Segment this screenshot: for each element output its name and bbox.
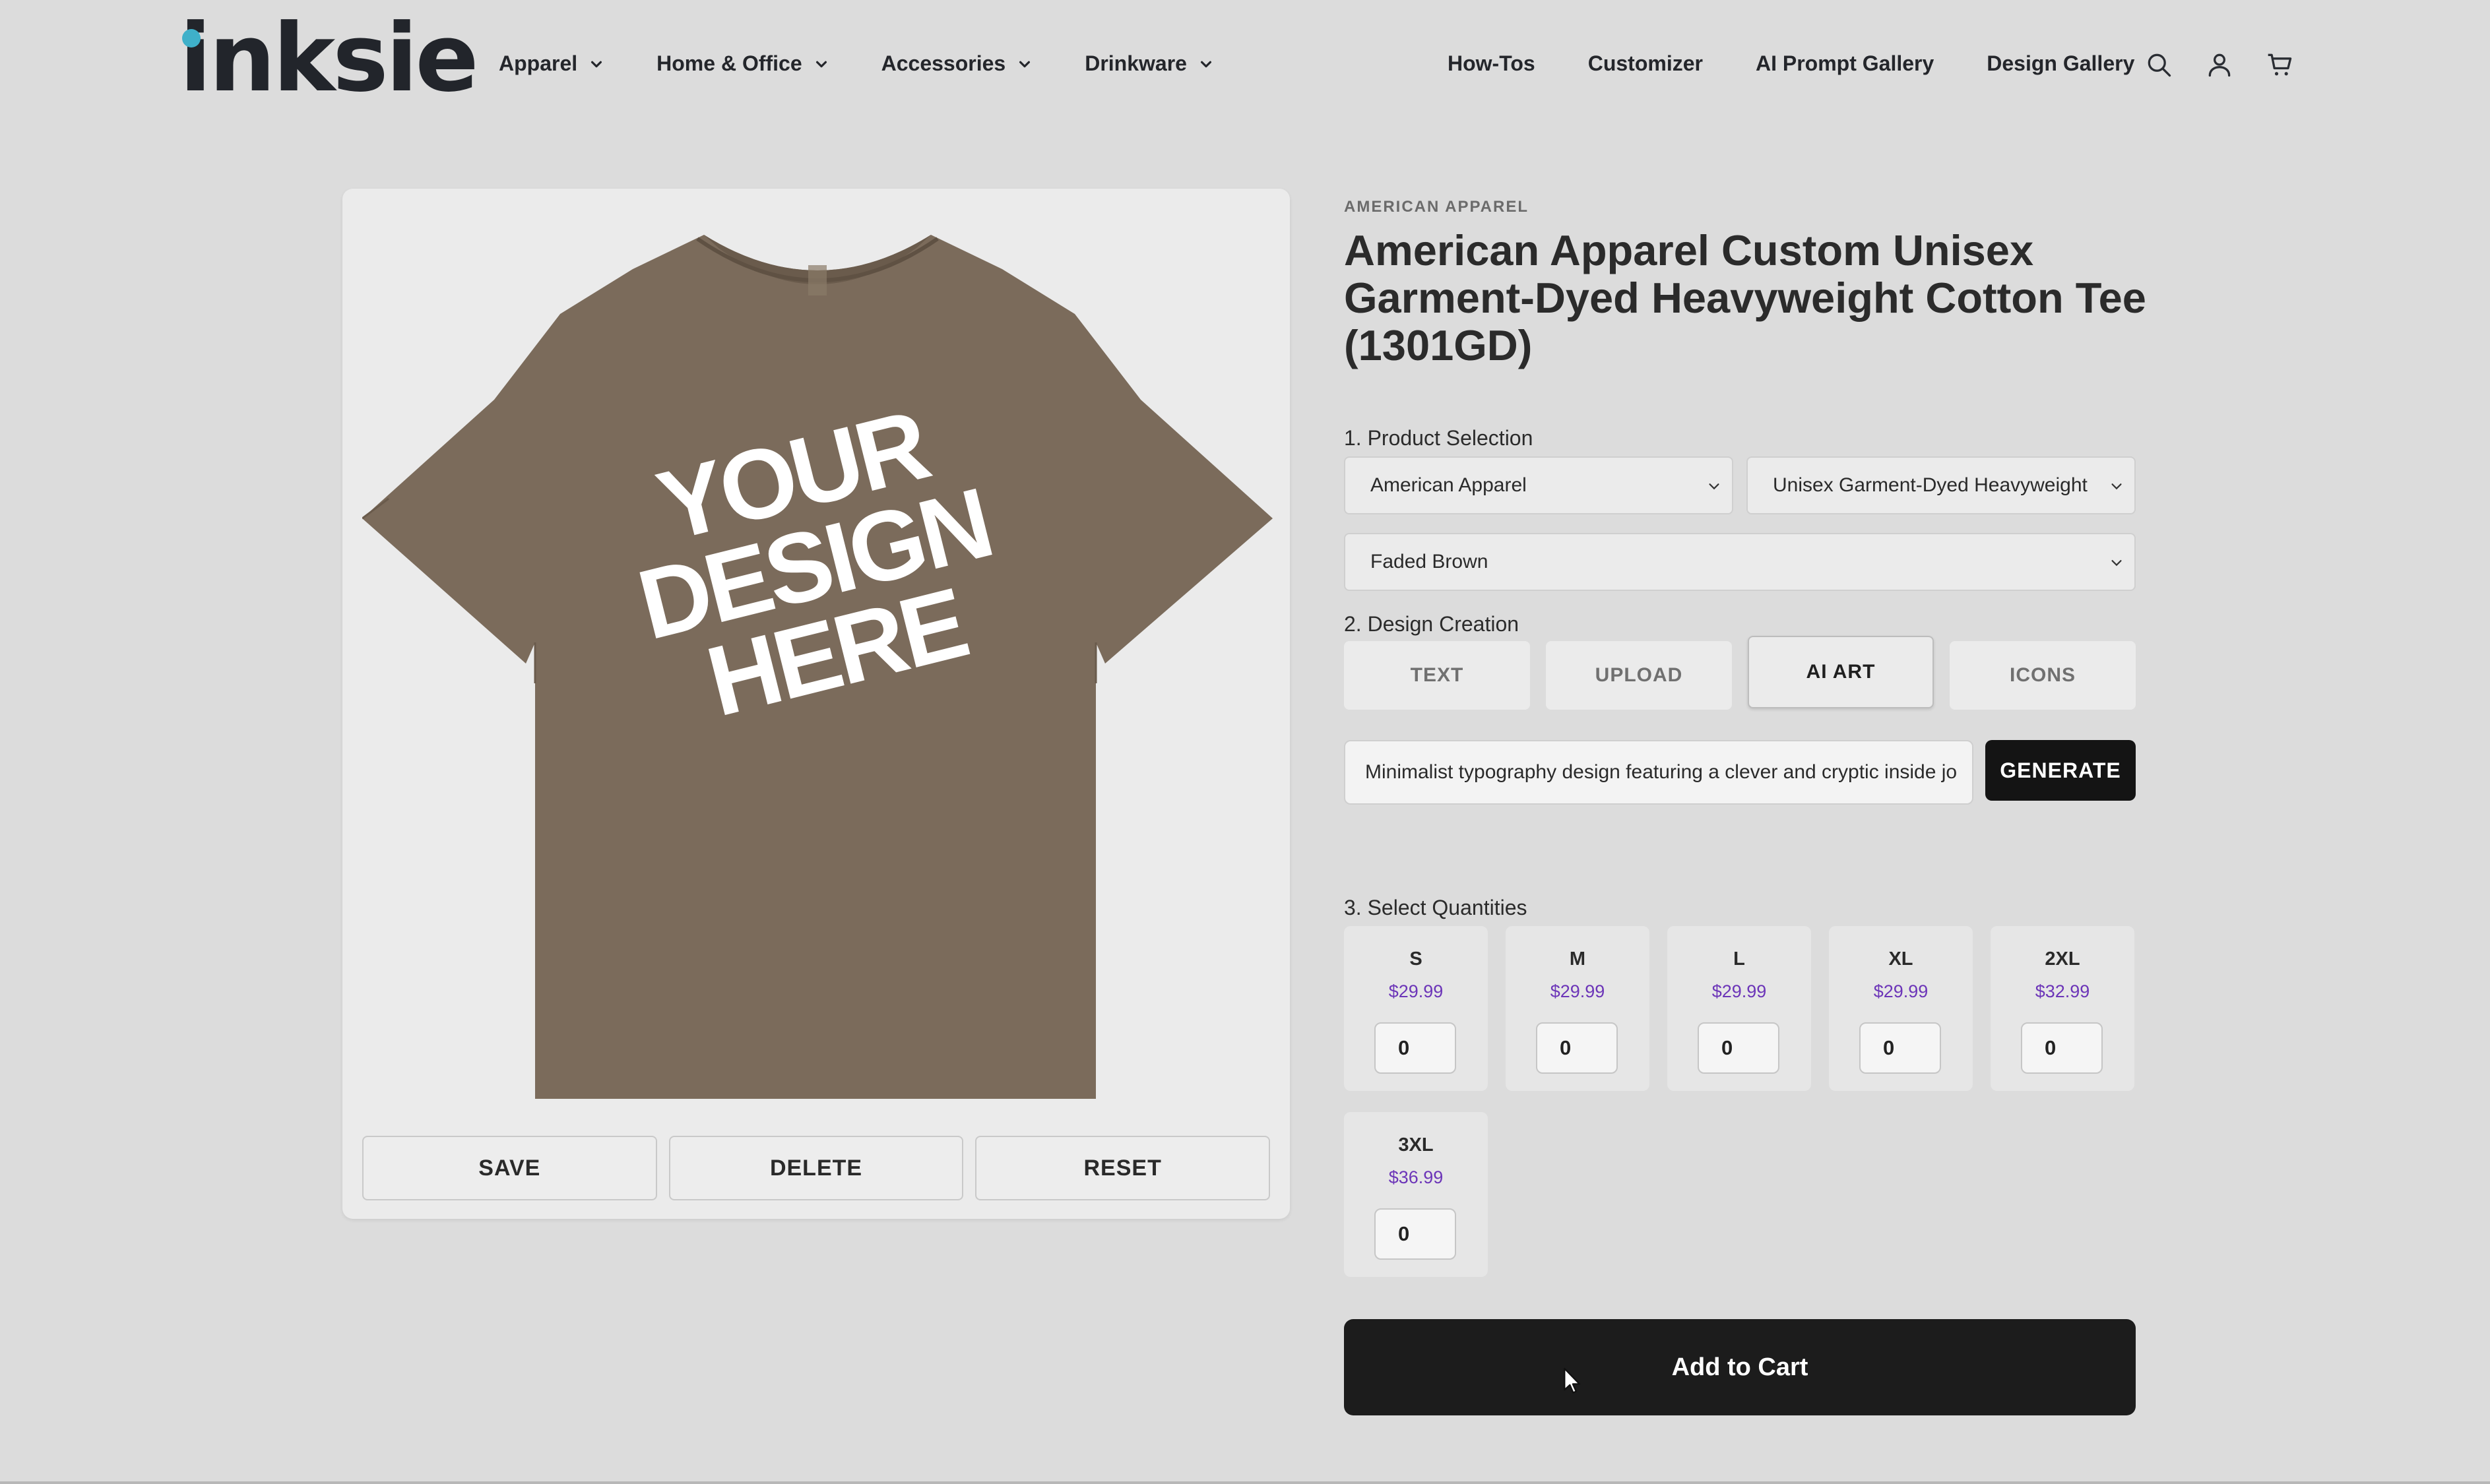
color-select[interactable]: Faded Brown bbox=[1344, 533, 2136, 591]
secondary-nav: How-Tos Customizer AI Prompt Gallery Des… bbox=[1448, 51, 2134, 76]
primary-nav: Apparel Home & Office Accessories Drinkw… bbox=[499, 51, 1213, 76]
chevron-down-icon bbox=[591, 61, 602, 67]
design-creation-label: 2. Design Creation bbox=[1344, 612, 1519, 636]
size-label: 2XL bbox=[2045, 948, 2080, 970]
size-card-2xl: 2XL $32.99 bbox=[1991, 926, 2134, 1091]
nav-accessories[interactable]: Accessories bbox=[881, 51, 1033, 76]
tab-icons[interactable]: ICONS bbox=[1950, 641, 2136, 710]
inksie-logo[interactable]: inksie bbox=[179, 12, 479, 106]
quantity-input-xl[interactable] bbox=[1859, 1022, 1941, 1074]
nav-how-tos[interactable]: How-Tos bbox=[1448, 51, 1535, 76]
header-icons bbox=[2144, 50, 2295, 79]
save-button[interactable]: SAVE bbox=[362, 1136, 657, 1200]
mouse-cursor-icon bbox=[1564, 1367, 1581, 1394]
product-selection-label: 1. Product Selection bbox=[1344, 426, 1533, 450]
generate-button[interactable]: GENERATE bbox=[1985, 740, 2136, 801]
account-icon[interactable] bbox=[2205, 50, 2234, 79]
size-price: $29.99 bbox=[1873, 981, 1929, 1001]
product-preview-panel: YOUR DESIGN HERE SAVE DELETE RESET bbox=[342, 189, 1290, 1219]
add-to-cart-button[interactable]: Add to Cart bbox=[1344, 1319, 2136, 1415]
size-card-l: L $29.99 bbox=[1667, 926, 1811, 1091]
tshirt-mockup[interactable]: YOUR DESIGN HERE bbox=[362, 208, 1273, 1112]
select-quantities-label: 3. Select Quantities bbox=[1344, 896, 1527, 919]
size-price: $36.99 bbox=[1388, 1167, 1444, 1187]
delete-button[interactable]: DELETE bbox=[668, 1136, 964, 1200]
size-label: M bbox=[1569, 948, 1586, 970]
cart-icon[interactable] bbox=[2266, 50, 2295, 79]
size-price: $32.99 bbox=[2035, 981, 2090, 1001]
style-select-value: Unisex Garment-Dyed Heavyweight bbox=[1773, 474, 2088, 496]
nav-customizer[interactable]: Customizer bbox=[1588, 51, 1703, 76]
product-brand: AMERICAN APPAREL bbox=[1344, 198, 1529, 216]
size-label: 3XL bbox=[1398, 1134, 1434, 1156]
size-label: L bbox=[1733, 948, 1745, 970]
chevron-down-icon bbox=[1200, 61, 1211, 67]
nav-home-office[interactable]: Home & Office bbox=[656, 51, 828, 76]
size-card-s: S $29.99 bbox=[1344, 926, 1488, 1091]
nav-label: Drinkware bbox=[1085, 51, 1187, 75]
chevron-down-icon bbox=[815, 61, 827, 67]
brand-select-value: American Apparel bbox=[1370, 474, 1527, 496]
size-card-m: M $29.99 bbox=[1506, 926, 1649, 1091]
nav-label: Apparel bbox=[499, 51, 578, 75]
nav-apparel[interactable]: Apparel bbox=[499, 51, 604, 76]
nav-ai-prompt-gallery[interactable]: AI Prompt Gallery bbox=[1756, 51, 1934, 76]
nav-label: Home & Office bbox=[656, 51, 802, 75]
tab-ai-art[interactable]: AI ART bbox=[1748, 636, 1934, 708]
quantity-input-m[interactable] bbox=[1536, 1022, 1618, 1074]
chevron-down-icon bbox=[1709, 483, 1719, 490]
nav-drinkware[interactable]: Drinkware bbox=[1085, 51, 1213, 76]
quantity-input-2xl[interactable] bbox=[2021, 1022, 2103, 1074]
reset-button[interactable]: RESET bbox=[975, 1136, 1271, 1200]
quantity-input-l[interactable] bbox=[1698, 1022, 1779, 1074]
quantity-input-s[interactable] bbox=[1374, 1022, 1456, 1074]
page: inksie Apparel Home & Office Accessories… bbox=[0, 0, 2490, 1484]
style-select[interactable]: Unisex Garment-Dyed Heavyweight bbox=[1746, 456, 2136, 514]
ai-prompt-value: Minimalist typography design featuring a… bbox=[1365, 761, 1958, 783]
search-icon[interactable] bbox=[2144, 50, 2173, 79]
size-price: $29.99 bbox=[1550, 981, 1605, 1001]
product-title: American Apparel Custom Unisex Garment-D… bbox=[1344, 226, 2146, 369]
tab-text[interactable]: TEXT bbox=[1344, 641, 1530, 710]
page-bottom-border bbox=[0, 1481, 2490, 1484]
logo-dot bbox=[182, 29, 201, 47]
site-header: inksie Apparel Home & Office Accessories… bbox=[0, 0, 2490, 132]
color-select-value: Faded Brown bbox=[1370, 551, 1488, 572]
nav-design-gallery[interactable]: Design Gallery bbox=[1987, 51, 2134, 76]
brand-select[interactable]: American Apparel bbox=[1344, 456, 1733, 514]
size-card-xl: XL $29.99 bbox=[1829, 926, 1973, 1091]
size-label: XL bbox=[1888, 948, 1913, 970]
ai-prompt-input[interactable]: Minimalist typography design featuring a… bbox=[1344, 740, 1973, 805]
tab-upload[interactable]: UPLOAD bbox=[1546, 641, 1732, 710]
size-price: $29.99 bbox=[1388, 981, 1444, 1001]
size-label: S bbox=[1409, 948, 1422, 970]
chevron-down-icon bbox=[2111, 560, 2122, 567]
size-card-3xl: 3XL $36.99 bbox=[1344, 1112, 1488, 1277]
chevron-down-icon bbox=[1019, 61, 1031, 67]
chevron-down-icon bbox=[2111, 483, 2122, 490]
preview-actions: SAVE DELETE RESET bbox=[362, 1136, 1271, 1200]
nav-label: Accessories bbox=[881, 51, 1006, 75]
quantity-input-3xl[interactable] bbox=[1374, 1208, 1456, 1260]
size-price: $29.99 bbox=[1711, 981, 1767, 1001]
